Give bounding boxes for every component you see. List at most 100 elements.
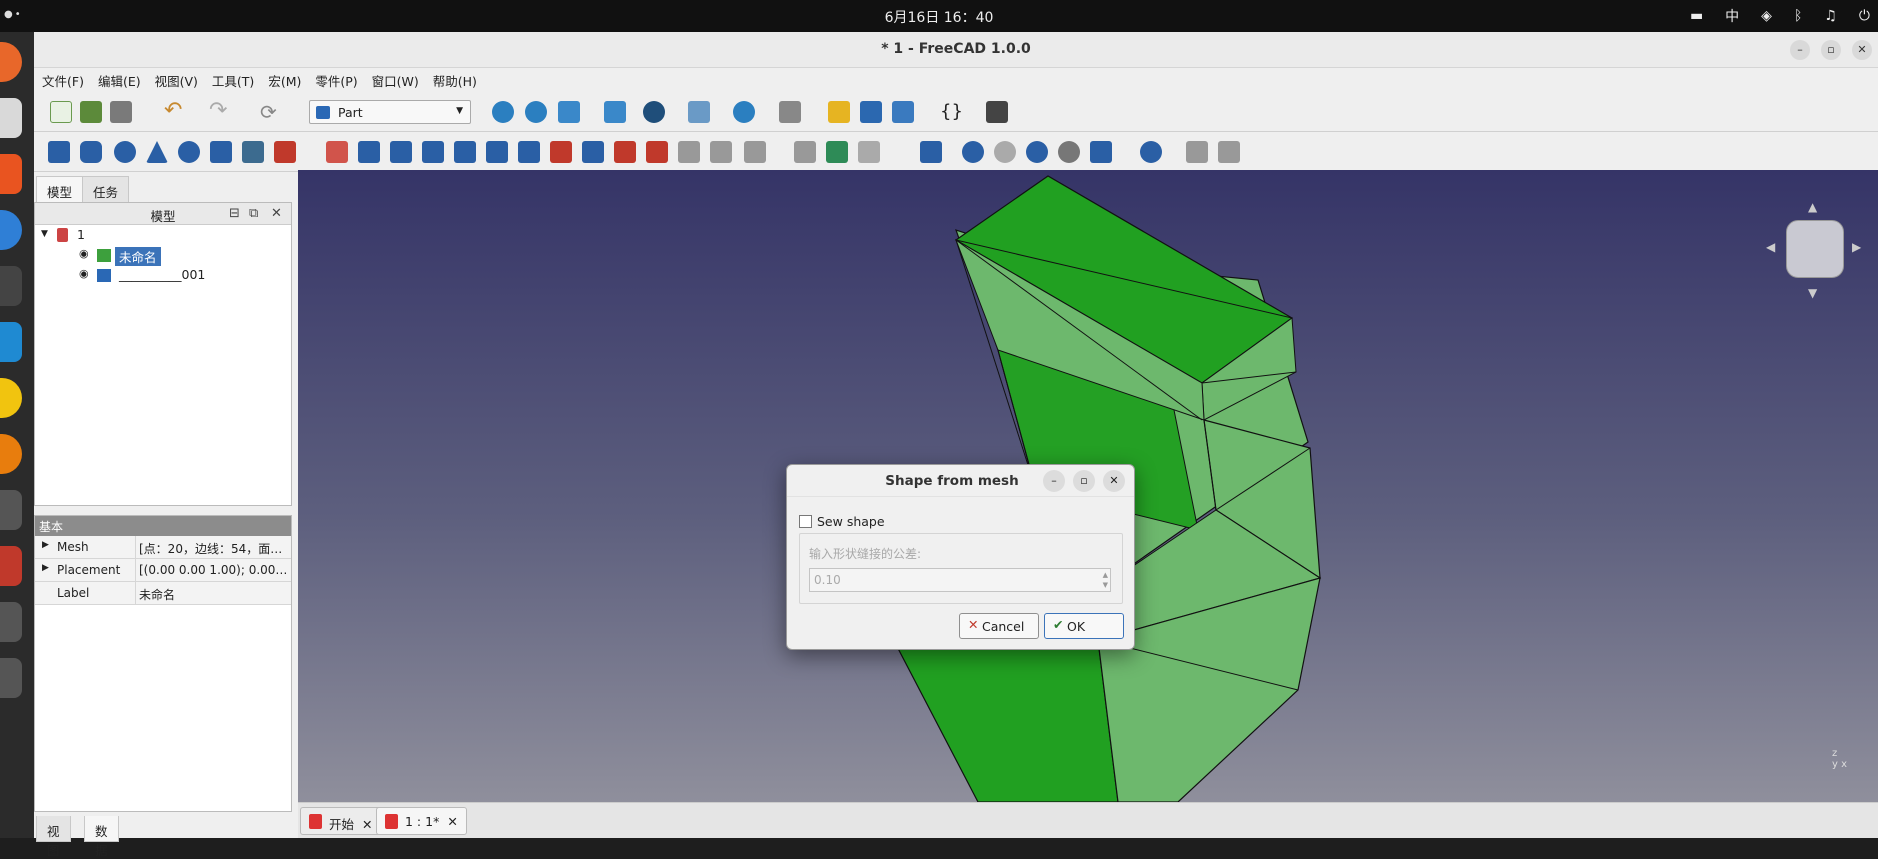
refresh-icon[interactable]: ⟳ bbox=[260, 101, 282, 123]
tab-tasks[interactable]: 任务 bbox=[82, 176, 130, 202]
attachment-icon[interactable] bbox=[1186, 141, 1208, 163]
menu-help[interactable]: 帮助(H) bbox=[433, 71, 477, 90]
folder-icon[interactable] bbox=[860, 101, 882, 123]
workbench-selector[interactable]: Part ▼ bbox=[309, 100, 471, 124]
part-icon[interactable] bbox=[828, 101, 850, 123]
draw-style-icon[interactable] bbox=[643, 101, 665, 123]
ok-button[interactable]: ✔ OK bbox=[1044, 613, 1124, 639]
tab-data[interactable]: 数据 bbox=[84, 816, 119, 858]
intersect-icon[interactable] bbox=[1058, 141, 1080, 163]
property-row-label[interactable]: Label 未命名 bbox=[35, 582, 291, 605]
check-geometry-icon[interactable] bbox=[826, 141, 848, 163]
fit-all-icon[interactable] bbox=[492, 101, 514, 123]
extrude-icon[interactable] bbox=[326, 141, 348, 163]
bounding-box-icon[interactable] bbox=[688, 101, 710, 123]
zoom-icon[interactable] bbox=[733, 101, 755, 123]
drive-icon-2[interactable] bbox=[0, 602, 22, 642]
terminal-icon[interactable] bbox=[0, 266, 22, 306]
float-icon[interactable]: ⧉ bbox=[249, 206, 258, 221]
boolean-icon[interactable] bbox=[920, 141, 942, 163]
make-face-icon[interactable] bbox=[486, 141, 508, 163]
files-icon[interactable] bbox=[0, 98, 22, 138]
help-icon[interactable] bbox=[0, 210, 22, 250]
offset-icon[interactable] bbox=[678, 141, 700, 163]
app-store-icon[interactable] bbox=[0, 154, 22, 194]
link-icon[interactable] bbox=[892, 101, 914, 123]
nav-arrow-left-icon[interactable]: ◀ bbox=[1766, 240, 1775, 254]
whats-this-icon[interactable] bbox=[986, 101, 1008, 123]
open-file-icon[interactable] bbox=[80, 101, 102, 123]
keyboard-icon[interactable]: ▬ bbox=[1690, 8, 1703, 24]
color-per-face-icon[interactable] bbox=[1218, 141, 1240, 163]
section-icon[interactable] bbox=[614, 141, 636, 163]
dialog-close-button[interactable]: ✕ bbox=[1103, 470, 1125, 492]
close-tab-icon[interactable]: ✕ bbox=[362, 817, 372, 832]
chamfer-icon[interactable] bbox=[454, 141, 476, 163]
split-icon[interactable]: ⊟ bbox=[229, 206, 240, 221]
cylinder-icon[interactable] bbox=[80, 141, 102, 163]
property-row-mesh[interactable]: ▶ Mesh [点：20，边线：54，面：36] bbox=[35, 536, 291, 559]
cross-sections-icon[interactable] bbox=[646, 141, 668, 163]
shape-builder-icon[interactable] bbox=[274, 141, 296, 163]
fillet-icon[interactable] bbox=[422, 141, 444, 163]
defeaturing-icon[interactable] bbox=[858, 141, 880, 163]
sweep-icon[interactable] bbox=[582, 141, 604, 163]
drive-icon-3[interactable] bbox=[0, 658, 22, 698]
bluetooth-icon[interactable]: ᛒ bbox=[1794, 8, 1802, 24]
menu-part[interactable]: 零件(P) bbox=[315, 71, 357, 90]
loft-icon[interactable] bbox=[550, 141, 572, 163]
vscode-icon[interactable] bbox=[0, 322, 22, 362]
tree-item-shape[interactable]: ◉ __________001 bbox=[35, 265, 291, 285]
drive-icon[interactable] bbox=[0, 490, 22, 530]
split-icon[interactable] bbox=[1140, 141, 1162, 163]
measure-icon[interactable] bbox=[604, 101, 626, 123]
doc-tab-start[interactable]: 开始 ✕ bbox=[300, 807, 382, 835]
macro-icon[interactable]: {} bbox=[940, 101, 963, 123]
expand-icon[interactable]: ▶ bbox=[42, 563, 49, 573]
expand-icon[interactable]: ▶ bbox=[42, 540, 49, 550]
close-icon[interactable]: ✕ bbox=[271, 206, 282, 221]
visibility-eye-icon[interactable]: ◉ bbox=[79, 247, 89, 260]
projection-icon[interactable] bbox=[744, 141, 766, 163]
close-button[interactable]: ✕ bbox=[1852, 40, 1872, 60]
mirror-icon[interactable] bbox=[390, 141, 412, 163]
firefox-icon[interactable] bbox=[0, 42, 22, 82]
tolerance-spinbox[interactable]: 0.10 ▲ ▼ bbox=[809, 568, 1111, 592]
menu-edit[interactable]: 编辑(E) bbox=[98, 71, 141, 90]
nav-arrow-up-icon[interactable]: ▲ bbox=[1808, 200, 1817, 214]
wifi-icon[interactable]: ◈ bbox=[1761, 8, 1772, 24]
nav-arrow-down-icon[interactable]: ▼ bbox=[1808, 286, 1817, 300]
menu-tools[interactable]: 工具(T) bbox=[212, 71, 254, 90]
sew-shape-checkbox[interactable] bbox=[799, 515, 812, 528]
property-row-placement[interactable]: ▶ Placement [(0.00 0.00 1.00); 0.00 °; (… bbox=[35, 559, 291, 582]
measure-tool-icon[interactable] bbox=[779, 101, 801, 123]
close-tab-icon[interactable]: ✕ bbox=[447, 814, 457, 829]
revolve-icon[interactable] bbox=[358, 141, 380, 163]
sphere-icon[interactable] bbox=[114, 141, 136, 163]
dialog-minimize-button[interactable]: – bbox=[1043, 470, 1065, 492]
box-icon[interactable] bbox=[48, 141, 70, 163]
menu-file[interactable]: 文件(F) bbox=[42, 71, 84, 90]
redo-icon[interactable]: ↷ bbox=[209, 100, 231, 123]
thickness-icon[interactable] bbox=[710, 141, 732, 163]
tube-icon[interactable] bbox=[210, 141, 232, 163]
fit-selection-icon[interactable] bbox=[525, 101, 547, 123]
tab-model[interactable]: 模型 bbox=[36, 176, 84, 202]
common-icon[interactable] bbox=[1026, 141, 1048, 163]
power-icon[interactable]: ⏻ bbox=[1859, 8, 1870, 24]
undo-icon[interactable]: ↶ bbox=[164, 100, 186, 123]
volume-icon[interactable]: ♫ bbox=[1824, 8, 1837, 24]
new-file-icon[interactable] bbox=[50, 101, 72, 123]
doc-tab-1[interactable]: 1 : 1* ✕ bbox=[376, 807, 467, 835]
dialog-maximize-button[interactable]: ▫ bbox=[1073, 470, 1095, 492]
visibility-eye-icon[interactable]: ◉ bbox=[79, 267, 89, 280]
freecad-icon[interactable] bbox=[0, 546, 22, 586]
tab-view[interactable]: 视图 bbox=[36, 816, 71, 858]
app-yellow-icon[interactable] bbox=[0, 378, 22, 418]
system-clock[interactable]: 6月16日 16：40 bbox=[0, 7, 1878, 27]
view-cube-icon[interactable] bbox=[558, 101, 580, 123]
spin-arrows-icon[interactable]: ▲ ▼ bbox=[1103, 570, 1108, 590]
input-method-indicator[interactable]: 中 bbox=[1725, 6, 1739, 26]
tree-item-mesh[interactable]: ◉ 未命名 bbox=[35, 245, 291, 266]
ruled-surface-icon[interactable] bbox=[518, 141, 540, 163]
